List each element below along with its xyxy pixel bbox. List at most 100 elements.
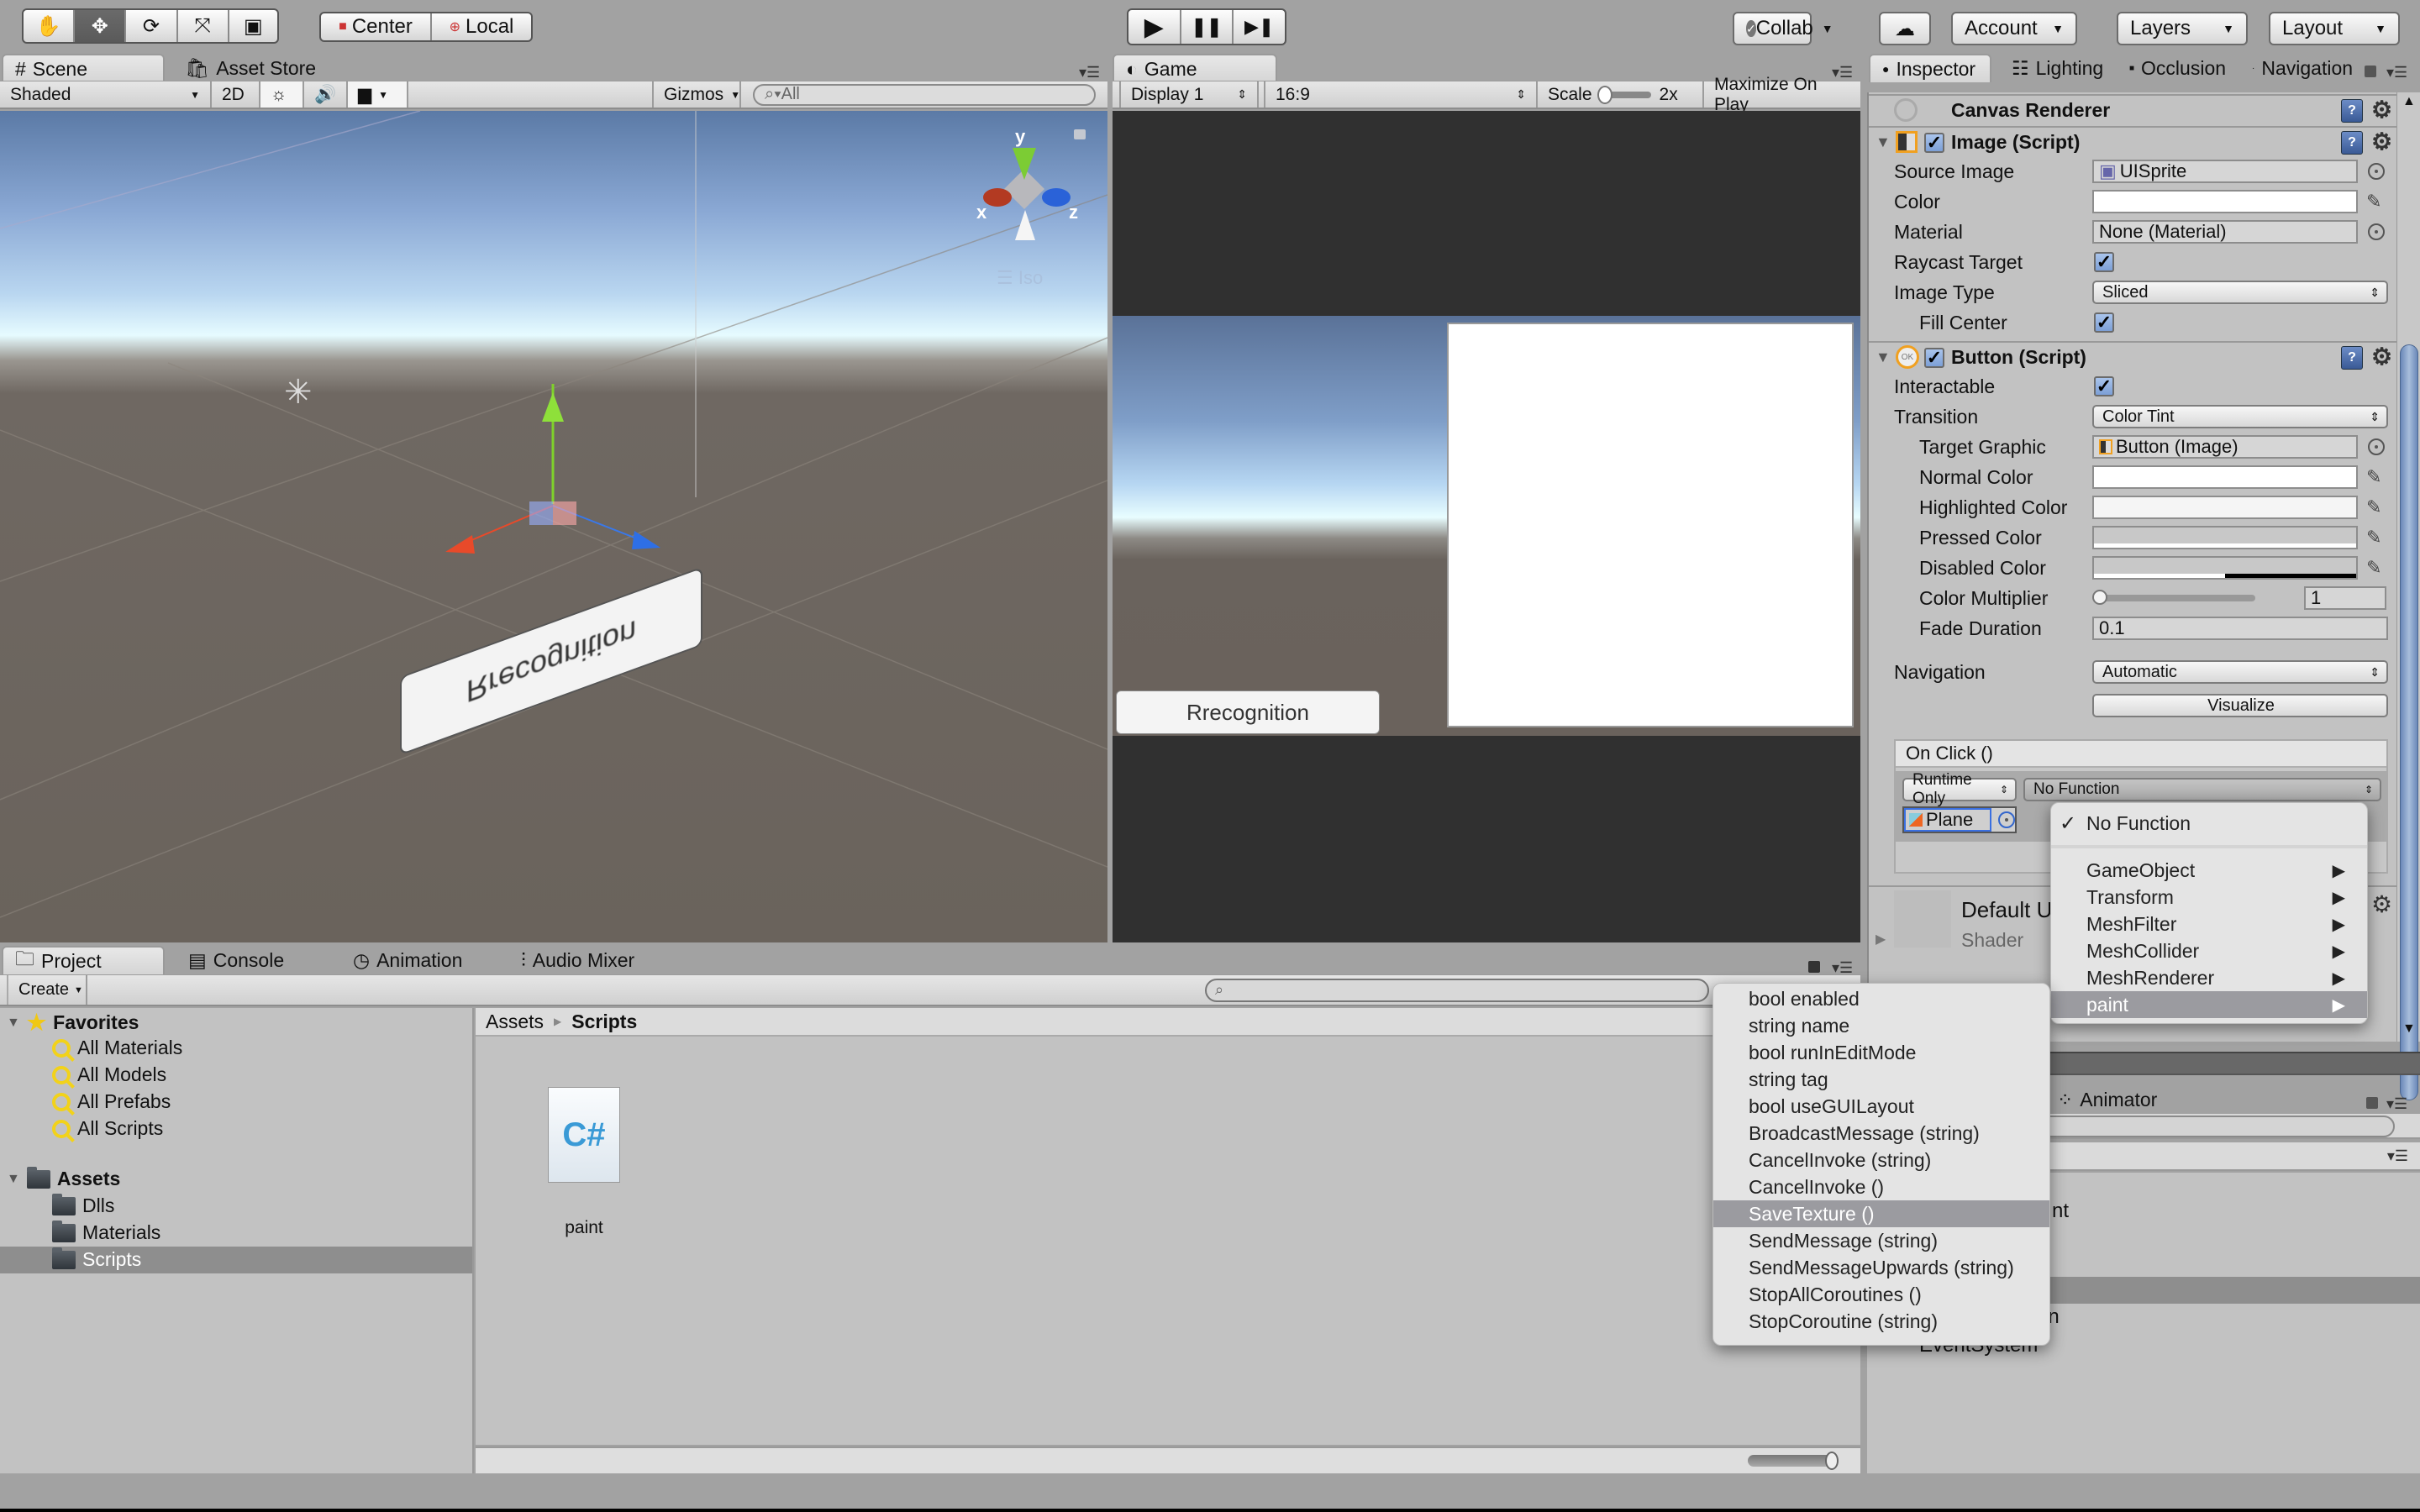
image-enabled-checkbox[interactable]: ✓ bbox=[1924, 132, 1944, 153]
tab-animation[interactable]: ◷ Animation bbox=[341, 946, 474, 974]
gizmo-z-cone[interactable] bbox=[1042, 188, 1071, 207]
panel-menu-icon[interactable]: ▾☰ bbox=[1079, 64, 1100, 81]
eyedropper-icon[interactable]: ✎ bbox=[2366, 527, 2381, 549]
scale-slider[interactable] bbox=[1597, 85, 1651, 104]
tab-project[interactable]: 🗀 Project bbox=[2, 946, 165, 974]
favorite-item[interactable]: All Scripts bbox=[52, 1117, 163, 1140]
inspector-lock-icon[interactable] bbox=[2365, 66, 2376, 77]
move-tool-button[interactable]: ✥ bbox=[75, 10, 127, 42]
gear-icon[interactable]: ⚙ bbox=[2371, 96, 2392, 123]
cloud-button[interactable]: ☁ bbox=[1879, 12, 1931, 45]
submenu-item[interactable]: StopAllCoroutines () bbox=[1713, 1281, 2049, 1308]
menu-item[interactable]: MeshFilter ▶ bbox=[2051, 911, 2367, 937]
target-graphic-field[interactable]: Button (Image) bbox=[2092, 435, 2358, 459]
fill-center-checkbox[interactable]: ✓ bbox=[2094, 312, 2114, 333]
pause-button[interactable]: ❚❚ bbox=[1181, 10, 1234, 44]
tab-inspector[interactable]: ● Inspector bbox=[1869, 54, 1991, 82]
normal-color-field[interactable] bbox=[2092, 465, 2358, 489]
image-script-header[interactable]: ▼ ✓ Image (Script) ? ⚙ bbox=[1869, 126, 2398, 156]
target-object-field[interactable]: Plane bbox=[1902, 806, 2017, 833]
submenu-item[interactable]: bool enabled bbox=[1713, 985, 2049, 1012]
tab-scene[interactable]: # Scene bbox=[2, 54, 165, 82]
project-lock-icon[interactable] bbox=[1808, 961, 1820, 973]
scene-search-field[interactable]: ⌕▾ All bbox=[753, 83, 1096, 106]
raycast-checkbox[interactable]: ✓ bbox=[2094, 251, 2114, 272]
navigation-dropdown[interactable]: Automatic ⇕ bbox=[2092, 660, 2388, 684]
help-icon[interactable]: ? bbox=[2341, 131, 2363, 155]
menu-item[interactable]: GameObject ▶ bbox=[2051, 857, 2367, 884]
color-field[interactable] bbox=[2092, 190, 2358, 213]
object-picker-icon[interactable] bbox=[2368, 223, 2385, 240]
file-item[interactable]: C# paint bbox=[546, 1087, 622, 1238]
tab-occlusion[interactable]: ■ Occlusion bbox=[2118, 54, 2238, 82]
gear-icon[interactable]: ⚙ bbox=[2371, 128, 2392, 155]
eyedropper-icon[interactable]: ✎ bbox=[2366, 191, 2381, 213]
submenu-item[interactable]: BroadcastMessage (string) bbox=[1713, 1120, 2049, 1147]
submenu-item[interactable]: CancelInvoke (string) bbox=[1713, 1147, 2049, 1173]
color-multiplier-thumb[interactable] bbox=[2092, 590, 2107, 605]
foldout-arrow-icon[interactable]: ▶ bbox=[1876, 931, 1886, 948]
color-multiplier-slider[interactable] bbox=[2092, 590, 2255, 605]
scale-tool-button[interactable]: ⤧ bbox=[178, 10, 229, 42]
submenu-item[interactable]: CancelInvoke () bbox=[1713, 1173, 2049, 1200]
favorites-folder[interactable]: ▼ ★ Favorites bbox=[7, 1010, 139, 1036]
pivot-local-button[interactable]: ⊕ Local bbox=[432, 13, 531, 40]
menu-item-no-function[interactable]: ✓ No Function bbox=[2051, 810, 2367, 837]
panel-menu-icon[interactable]: ▾☰ bbox=[2387, 1147, 2408, 1165]
submenu-item[interactable]: StopCoroutine (string) bbox=[1713, 1308, 2049, 1335]
disabled-color-field[interactable] bbox=[2092, 556, 2358, 580]
favorite-item[interactable]: All Prefabs bbox=[52, 1090, 171, 1113]
assets-folder[interactable]: ▼ Assets bbox=[7, 1166, 120, 1190]
account-dropdown[interactable]: Account ▼ bbox=[1951, 12, 2077, 45]
orientation-gizmo[interactable]: y x z bbox=[975, 126, 1084, 252]
gear-icon[interactable]: ⚙ bbox=[2371, 343, 2392, 370]
tab-navigation[interactable]: · Navigation bbox=[2240, 54, 2365, 82]
object-picker-icon[interactable] bbox=[2368, 438, 2385, 455]
aspect-dropdown[interactable]: 16:9 ⇕ bbox=[1264, 81, 1538, 108]
object-picker-icon[interactable] bbox=[2368, 163, 2385, 180]
effects-dropdown[interactable]: ▆ ▼ bbox=[348, 81, 408, 108]
gizmos-dropdown[interactable]: Gizmos ▼ bbox=[652, 81, 741, 108]
hand-tool-button[interactable]: ✋ bbox=[24, 10, 76, 42]
tab-audio-mixer[interactable]: ⫶ Audio Mixer bbox=[509, 946, 646, 974]
inspector-scrollbar[interactable]: ▲ ▼ bbox=[2396, 92, 2420, 1100]
collab-dropdown[interactable]: ✓ Collab ▼ bbox=[1733, 12, 1833, 45]
color-multiplier-field[interactable]: 1 bbox=[2304, 586, 2386, 610]
scene-lock-icon[interactable] bbox=[1074, 129, 1086, 139]
paint-canvas-image[interactable] bbox=[1447, 323, 1854, 727]
move-handle[interactable] bbox=[0, 111, 1107, 942]
menu-item[interactable]: MeshCollider ▶ bbox=[2051, 937, 2367, 964]
audio-toggle[interactable]: 🔊 bbox=[304, 81, 348, 108]
scroll-down-icon[interactable]: ▼ bbox=[2402, 1021, 2416, 1037]
submenu-item[interactable]: SendMessageUpwards (string) bbox=[1713, 1254, 2049, 1281]
rect-tool-button[interactable]: ▣ bbox=[229, 10, 277, 42]
favorite-item[interactable]: All Models bbox=[52, 1063, 166, 1086]
plane-handle-blue[interactable] bbox=[529, 501, 553, 525]
foldout-arrow-icon[interactable]: ▼ bbox=[1876, 349, 1891, 366]
icon-size-thumb[interactable] bbox=[1825, 1452, 1839, 1470]
menu-item[interactable]: MeshRenderer ▶ bbox=[2051, 964, 2367, 991]
button-enabled-checkbox[interactable]: ✓ bbox=[1924, 347, 1944, 368]
layers-dropdown[interactable]: Layers ▼ bbox=[2117, 12, 2248, 45]
gizmo-y-cone[interactable] bbox=[1013, 148, 1036, 180]
icon-size-slider[interactable] bbox=[1748, 1452, 1839, 1470]
scene-viewport[interactable]: ✳ Rrecognition y x z ☰ Iso bbox=[0, 111, 1107, 942]
interactable-checkbox[interactable]: ✓ bbox=[2094, 375, 2114, 396]
submenu-item[interactable]: bool useGUILayout bbox=[1713, 1093, 2049, 1120]
shading-dropdown[interactable]: Shaded ▼ bbox=[0, 81, 212, 108]
submenu-item[interactable]: SendMessage (string) bbox=[1713, 1227, 2049, 1254]
foldout-arrow-icon[interactable]: ▼ bbox=[7, 1016, 20, 1031]
asset-folder-item[interactable]: Dlls bbox=[52, 1193, 114, 1217]
button-script-header[interactable]: ▼ OK ✓ Button (Script) ? ⚙ bbox=[1869, 341, 2398, 371]
layout-dropdown[interactable]: Layout ▼ bbox=[2269, 12, 2400, 45]
eyedropper-icon[interactable]: ✎ bbox=[2366, 496, 2381, 518]
pivot-center-button[interactable]: ■ Center bbox=[321, 13, 432, 40]
breadcrumb-assets[interactable]: Assets bbox=[486, 1011, 544, 1033]
tab-asset-store[interactable]: 🛍 Asset Store bbox=[173, 54, 328, 82]
object-picker-icon[interactable] bbox=[1998, 811, 2015, 828]
foldout-arrow-icon[interactable]: ▼ bbox=[7, 1172, 20, 1187]
tab-console[interactable]: ▤ Console bbox=[176, 946, 296, 974]
fade-duration-field[interactable]: 0.1 bbox=[2092, 617, 2388, 640]
tab-game[interactable]: ◐ Game bbox=[1113, 54, 1277, 82]
submenu-item-highlighted[interactable]: SaveTexture () bbox=[1713, 1200, 2049, 1227]
